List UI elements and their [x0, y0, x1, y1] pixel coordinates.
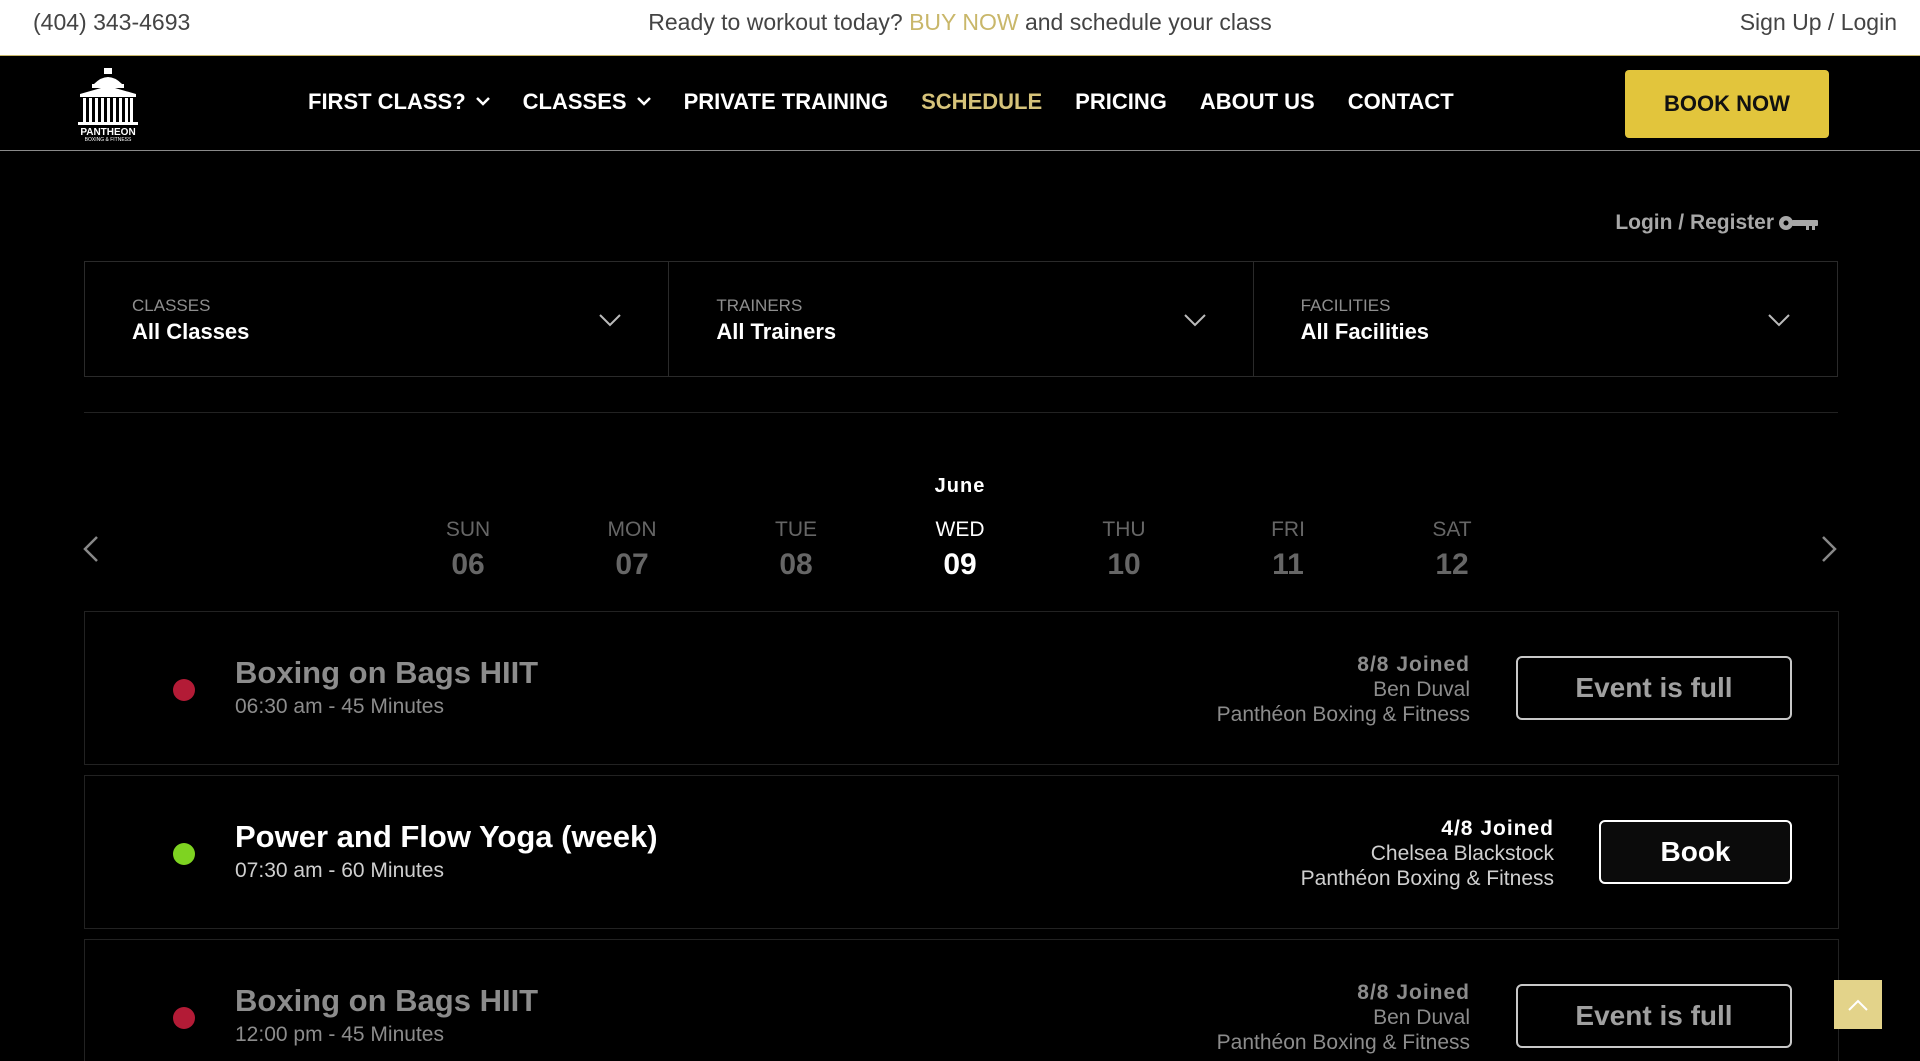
- day-number: 11: [1272, 548, 1304, 581]
- trainer-name: Ben Duval: [1373, 1006, 1470, 1029]
- nav-menu: FIRST CLASS? CLASSES PRIVATE TRAINING SC…: [308, 89, 1487, 115]
- event-card: Boxing on Bags HIIT 06:30 am - 45 Minute…: [84, 611, 1839, 765]
- day-number: 06: [451, 548, 485, 581]
- event-meta: 4/8 Joined Chelsea Blackstock Panthéon B…: [1301, 816, 1554, 891]
- event-title[interactable]: Boxing on Bags HIIT: [235, 983, 538, 1019]
- book-button[interactable]: Book: [1599, 820, 1792, 884]
- calendar-day-thu[interactable]: THU 10: [1074, 518, 1174, 582]
- event-full-button[interactable]: Event is full: [1516, 984, 1792, 1048]
- buy-now-link[interactable]: BUY NOW: [909, 9, 1018, 35]
- day-number: 09: [943, 548, 977, 581]
- day-name: TUE: [775, 518, 817, 541]
- nav-classes-label: CLASSES: [522, 89, 627, 114]
- chevron-right-icon[interactable]: [1818, 534, 1840, 564]
- event-time: 06:30 am - 45 Minutes: [235, 695, 444, 718]
- pantheon-logo[interactable]: PANTHEON BOXING & FITNESS: [72, 66, 144, 143]
- joined-count: 8/8 Joined: [1357, 981, 1470, 1004]
- filter-label: CLASSES: [132, 296, 211, 315]
- chevron-left-icon[interactable]: [80, 534, 102, 564]
- nav-pricing[interactable]: PRICING: [1075, 89, 1167, 115]
- login-register-link[interactable]: Login / Register: [1615, 211, 1820, 235]
- day-number: 07: [615, 548, 649, 581]
- divider: [84, 412, 1838, 413]
- calendar-day-mon[interactable]: MON 07: [582, 518, 682, 582]
- nav-about-us[interactable]: ABOUT US: [1200, 89, 1315, 115]
- calendar-day-sat[interactable]: SAT 12: [1402, 518, 1502, 582]
- filter-value: All Trainers: [716, 319, 837, 344]
- day-number: 10: [1107, 548, 1141, 581]
- calendar-day-fri[interactable]: FRI 11: [1238, 518, 1338, 582]
- facility-name: Panthéon Boxing & Fitness: [1216, 1031, 1470, 1054]
- chevron-down-icon: [475, 97, 490, 106]
- nav-classes[interactable]: CLASSES: [523, 89, 651, 115]
- svg-text:BOXING & FITNESS: BOXING & FITNESS: [85, 137, 132, 142]
- joined-count: 4/8 Joined: [1441, 817, 1554, 840]
- nav-first-class-label: FIRST CLASS?: [308, 89, 466, 114]
- trainer-name: Ben Duval: [1373, 678, 1470, 701]
- schedule-filters: CLASSES All Classes TRAINERS All Trainer…: [84, 261, 1838, 377]
- chevron-down-icon: [599, 314, 622, 327]
- book-now-button[interactable]: BOOK NOW: [1625, 70, 1829, 138]
- login-register-label: Login / Register: [1615, 211, 1774, 234]
- calendar-month: June: [934, 475, 986, 497]
- calendar-day-wed[interactable]: WED 09: [910, 518, 1010, 582]
- event-title[interactable]: Power and Flow Yoga (week): [235, 819, 658, 855]
- day-number: 12: [1435, 548, 1469, 581]
- top-bar: (404) 343-4693 Ready to workout today? B…: [0, 0, 1920, 55]
- main-nav: PANTHEON BOXING & FITNESS FIRST CLASS? C…: [0, 55, 1920, 151]
- event-card: Boxing on Bags HIIT 12:00 pm - 45 Minute…: [84, 939, 1839, 1061]
- event-meta: 8/8 Joined Ben Duval Panthéon Boxing & F…: [1217, 980, 1470, 1055]
- chevron-down-icon: [1183, 314, 1206, 327]
- filter-label: FACILITIES: [1300, 296, 1391, 315]
- filter-label: TRAINERS: [716, 296, 803, 315]
- signup-login-link[interactable]: Sign Up / Login: [1740, 9, 1897, 36]
- chevron-up-icon: [1848, 999, 1868, 1011]
- nav-first-class[interactable]: FIRST CLASS?: [308, 89, 490, 115]
- nav-schedule[interactable]: SCHEDULE: [921, 89, 1042, 115]
- calendar-day-sun[interactable]: SUN 06: [418, 518, 518, 582]
- scroll-to-top-button[interactable]: [1834, 980, 1882, 1029]
- event-card: Power and Flow Yoga (week) 07:30 am - 60…: [84, 775, 1839, 929]
- day-name: FRI: [1271, 518, 1305, 541]
- nav-contact[interactable]: CONTACT: [1348, 89, 1454, 115]
- day-name: MON: [607, 518, 657, 541]
- day-name: WED: [935, 518, 985, 541]
- event-title[interactable]: Boxing on Bags HIIT: [235, 655, 538, 691]
- key-icon: [1779, 216, 1818, 230]
- classes-filter[interactable]: CLASSES All Classes: [85, 262, 670, 376]
- event-time: 07:30 am - 60 Minutes: [235, 859, 444, 882]
- chevron-down-icon: [1768, 314, 1790, 327]
- event-time: 12:00 pm - 45 Minutes: [235, 1023, 444, 1046]
- day-name: THU: [1102, 518, 1146, 541]
- promo-text: Ready to workout today? BUY NOW and sche…: [0, 9, 1920, 36]
- filter-value: All Classes: [132, 319, 250, 344]
- nav-private-training[interactable]: PRIVATE TRAINING: [684, 89, 889, 115]
- facility-name: Panthéon Boxing & Fitness: [1216, 703, 1470, 726]
- event-full-button[interactable]: Event is full: [1516, 656, 1792, 720]
- chevron-down-icon: [636, 97, 651, 106]
- promo-after: and schedule your class: [1018, 9, 1272, 35]
- filter-value: All Facilities: [1300, 319, 1430, 344]
- status-dot: [173, 679, 195, 701]
- facilities-filter[interactable]: FACILITIES All Facilities: [1254, 262, 1837, 376]
- status-dot: [173, 1007, 195, 1029]
- status-dot: [173, 843, 195, 865]
- calendar-day-tue[interactable]: TUE 08: [746, 518, 846, 582]
- trainers-filter[interactable]: TRAINERS All Trainers: [669, 262, 1254, 376]
- facility-name: Panthéon Boxing & Fitness: [1300, 867, 1554, 890]
- joined-count: 8/8 Joined: [1357, 653, 1470, 676]
- day-name: SUN: [445, 518, 491, 541]
- day-name: SAT: [1432, 518, 1472, 541]
- event-meta: 8/8 Joined Ben Duval Panthéon Boxing & F…: [1217, 652, 1470, 727]
- promo-before: Ready to workout today?: [648, 9, 910, 35]
- trainer-name: Chelsea Blackstock: [1370, 842, 1554, 865]
- day-number: 08: [779, 548, 813, 581]
